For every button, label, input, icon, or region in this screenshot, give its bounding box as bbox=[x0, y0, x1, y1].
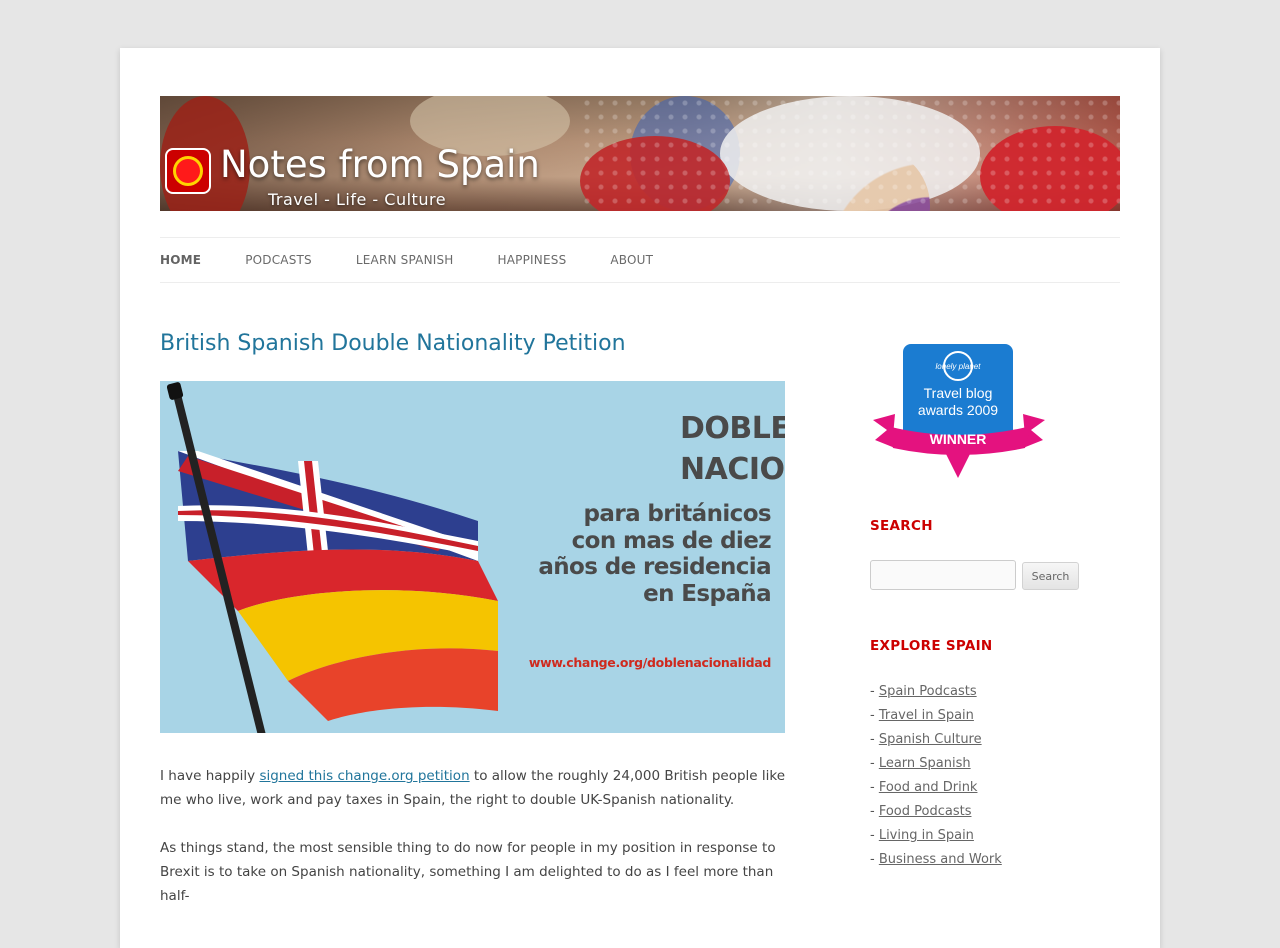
search-button[interactable]: Search bbox=[1022, 562, 1079, 590]
site-tagline: Travel - Life - Culture bbox=[268, 190, 447, 209]
list-item: Business and Work bbox=[870, 848, 1002, 872]
svg-text:WINNER: WINNER bbox=[930, 431, 987, 447]
page-container: Notes from Spain Travel - Life - Culture… bbox=[120, 48, 1160, 948]
featured-image[interactable]: DOBLE NACIONALIDAD para británicos con m… bbox=[160, 381, 785, 733]
post-paragraph: As things stand, the most sensible thing… bbox=[160, 840, 776, 904]
header-banner[interactable]: Notes from Spain Travel - Life - Culture bbox=[160, 96, 1120, 211]
list-item: Food Podcasts bbox=[870, 800, 1002, 824]
list-item: Travel in Spain bbox=[870, 704, 1002, 728]
explore-spain-list: Spain Podcasts Travel in Spain Spanish C… bbox=[870, 680, 1002, 872]
main-navigation: HOME PODCASTS LEARN SPANISH HAPPINESS AB… bbox=[160, 237, 1120, 283]
explore-link-travel-in-spain[interactable]: Travel in Spain bbox=[879, 708, 974, 723]
svg-text:Travel blog: Travel blog bbox=[924, 385, 993, 401]
flag-pole-top bbox=[166, 381, 184, 401]
explore-link-spanish-culture[interactable]: Spanish Culture bbox=[879, 732, 982, 747]
award-badge[interactable]: lonely planet Travel blog awards 2009 WI… bbox=[873, 344, 1045, 482]
nav-item-happiness[interactable]: HAPPINESS bbox=[498, 253, 567, 267]
petition-link[interactable]: signed this change.org petition bbox=[259, 768, 469, 784]
explore-link-business-and-work[interactable]: Business and Work bbox=[879, 852, 1002, 867]
svg-text:lonely planet: lonely planet bbox=[936, 362, 982, 371]
list-item: Living in Spain bbox=[870, 824, 1002, 848]
list-item: Spanish Culture bbox=[870, 728, 1002, 752]
post-paragraph: I have happily signed this change.org pe… bbox=[160, 768, 786, 808]
search-input[interactable] bbox=[870, 560, 1016, 590]
explore-link-learn-spanish[interactable]: Learn Spanish bbox=[879, 756, 971, 771]
list-item: Learn Spanish bbox=[870, 752, 1002, 776]
explore-link-food-and-drink[interactable]: Food and Drink bbox=[879, 780, 978, 795]
image-subheadline: para británicos con mas de diez años de … bbox=[538, 501, 771, 608]
post-title-link[interactable]: British Spanish Double Nationality Petit… bbox=[160, 331, 626, 356]
flag-illustration bbox=[178, 451, 498, 721]
site-title: Notes from Spain bbox=[220, 143, 540, 186]
site-logo-icon bbox=[165, 148, 211, 194]
nav-item-about[interactable]: ABOUT bbox=[610, 253, 653, 267]
explore-spain-heading: EXPLORE SPAIN bbox=[870, 638, 993, 654]
list-item: Spain Podcasts bbox=[870, 680, 1002, 704]
nav-item-home[interactable]: HOME bbox=[160, 253, 201, 267]
image-url-text: www.change.org/doblenacionalidad bbox=[528, 655, 771, 670]
search-heading: SEARCH bbox=[870, 518, 933, 534]
explore-link-spain-podcasts[interactable]: Spain Podcasts bbox=[879, 684, 977, 699]
svg-text:awards 2009: awards 2009 bbox=[918, 402, 998, 418]
nav-item-learn-spanish[interactable]: LEARN SPANISH bbox=[356, 253, 454, 267]
polka-dots-decor bbox=[580, 96, 1120, 211]
image-headline: DOBLE NACIONALIDAD bbox=[680, 411, 785, 487]
explore-link-living-in-spain[interactable]: Living in Spain bbox=[879, 828, 974, 843]
list-item: Food and Drink bbox=[870, 776, 1002, 800]
nav-item-podcasts[interactable]: PODCASTS bbox=[245, 253, 312, 267]
explore-link-food-podcasts[interactable]: Food Podcasts bbox=[879, 804, 972, 819]
